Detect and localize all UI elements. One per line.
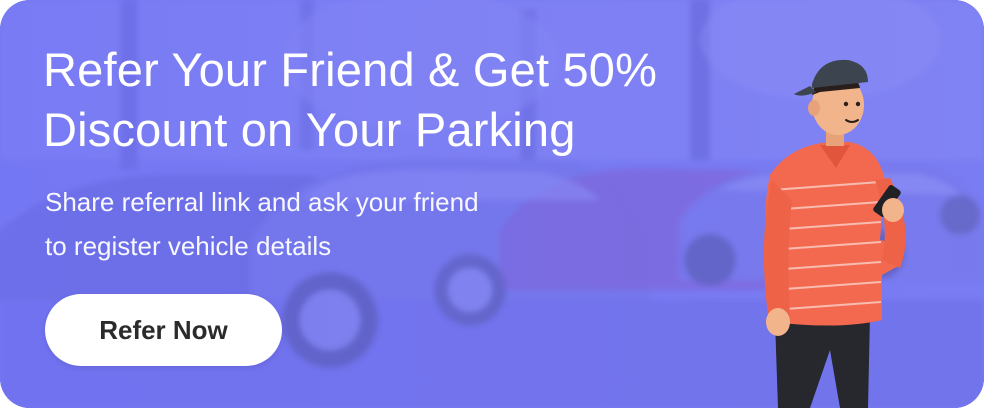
referral-banner: Refer Your Friend & Get 50% Discount on … — [0, 0, 984, 408]
headline-line-2: Discount on Your Parking — [43, 103, 576, 156]
subtext: Share referral link and ask your friend … — [45, 180, 665, 268]
refer-now-button[interactable]: Refer Now — [45, 294, 282, 366]
subtext-line-1: Share referral link and ask your friend — [45, 187, 479, 217]
headline-line-1: Refer Your Friend & Get 50% — [43, 43, 658, 96]
subtext-line-2: to register vehicle details — [45, 231, 332, 261]
headline: Refer Your Friend & Get 50% Discount on … — [43, 40, 783, 160]
man-with-phone-illustration — [763, 59, 906, 408]
